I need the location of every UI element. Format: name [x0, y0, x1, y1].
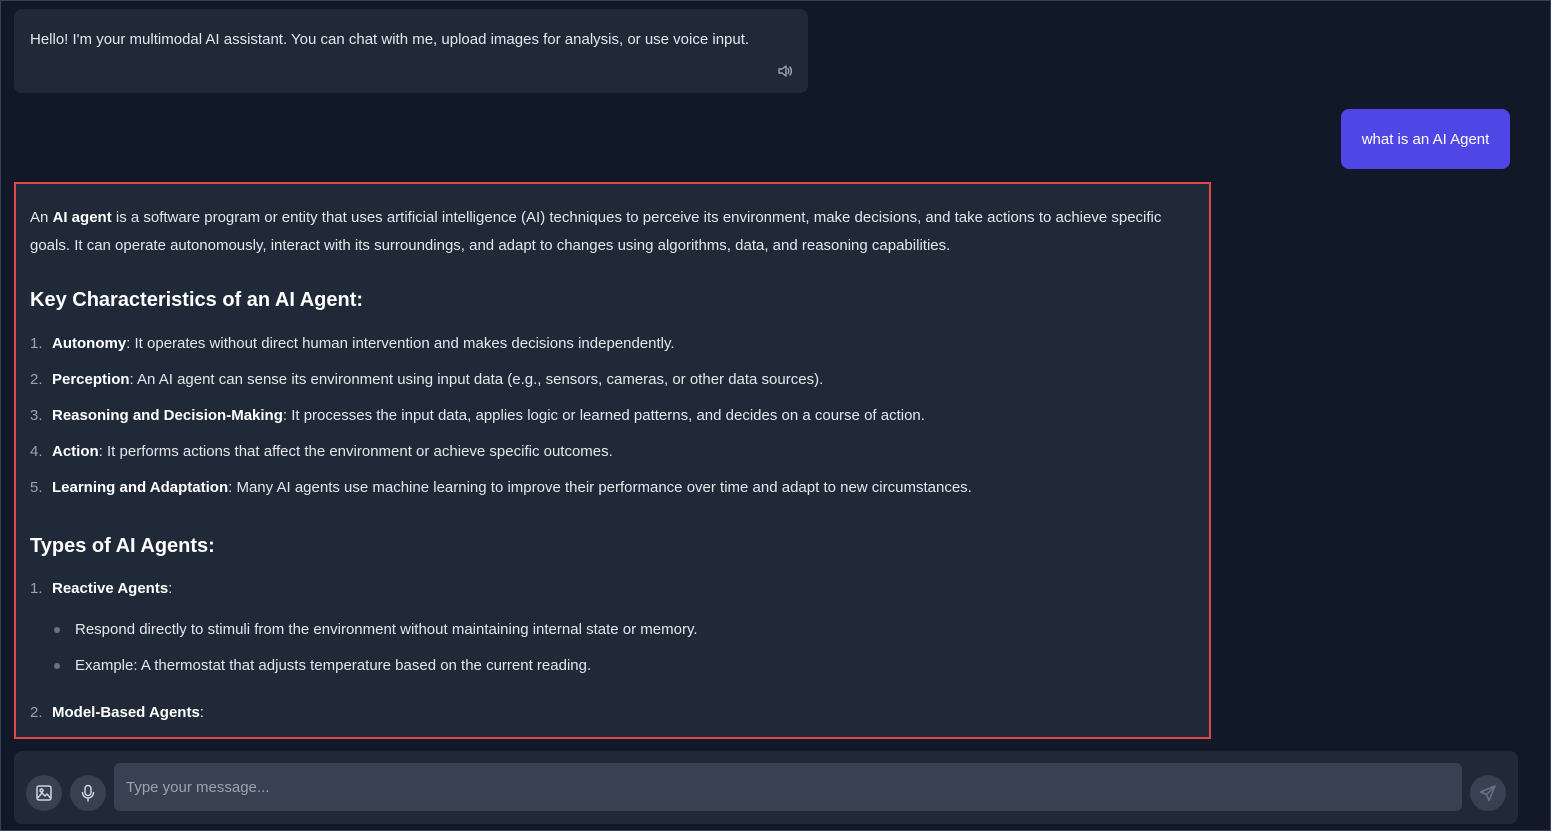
heading-key-characteristics: Key Characteristics of an AI Agent:: [30, 289, 364, 311]
user-message-bubble: what is an AI Agent: [1341, 109, 1510, 169]
characteristics-list: 1. Autonomy: It operates without direct h…: [30, 326, 1195, 506]
list-number: 2.: [30, 704, 43, 721]
list-term: Reasoning and Decision-Making: [52, 407, 283, 424]
image-upload-icon[interactable]: [26, 775, 62, 811]
message-input-bar: [14, 751, 1518, 824]
list-term: Action: [52, 443, 99, 460]
assistant-answer-bubble: An AI agent is a software program or ent…: [14, 182, 1211, 739]
list-suffix: :: [199, 704, 204, 721]
bullet-dot: [54, 627, 60, 633]
list-number: 3.: [30, 407, 43, 424]
message-input[interactable]: [114, 763, 1462, 811]
list-item: 1. Autonomy: It operates without direct h…: [30, 326, 1195, 362]
greeting-text: Hello! I'm your multimodal AI assistant.…: [30, 31, 750, 48]
list-item: 1. Reactive Agents: Respond directly to s…: [30, 574, 1195, 684]
list-desc: : Many AI agents use machine learning to…: [228, 479, 972, 496]
list-term: Learning and Adaptation: [52, 479, 229, 496]
list-desc: : An AI agent can sense its environment …: [129, 371, 824, 388]
intro-rest: is a software program or entity that use…: [30, 209, 1162, 254]
list-item: 5. Learning and Adaptation: Many AI agent…: [30, 470, 1195, 506]
bullet-text: Example: A thermostat that adjusts tempe…: [75, 657, 592, 674]
list-desc: : It performs actions that affect the en…: [98, 443, 613, 460]
intro-prefix: An: [30, 209, 53, 226]
list-item: 2. Perception: An AI agent can sense its …: [30, 362, 1195, 398]
list-desc: : It processes the input data, applies l…: [282, 407, 925, 424]
answer-intro: An AI agent is a software program or ent…: [30, 204, 1195, 260]
assistant-greeting-bubble: Hello! I'm your multimodal AI assistant.…: [14, 9, 808, 93]
bullet-dot: [54, 663, 60, 669]
list-item: 3. Reasoning and Decision-Making: It proc…: [30, 398, 1195, 434]
list-suffix: :: [168, 580, 173, 597]
list-number: 4.: [30, 443, 43, 460]
heading-types: Types of AI Agents:: [30, 535, 215, 557]
list-term: Reactive Agents: [52, 580, 169, 597]
sub-list: Respond directly to stimuli from the env…: [52, 612, 1195, 684]
microphone-icon[interactable]: [70, 775, 106, 811]
bullet-item: Example: A thermostat that adjusts tempe…: [52, 648, 1195, 684]
list-term: Perception: [52, 371, 130, 388]
user-message-text: what is an AI Agent: [1361, 130, 1490, 148]
list-item: 2. Model-Based Agents:: [30, 698, 1195, 728]
list-number: 1.: [30, 335, 43, 352]
speaker-icon[interactable]: [776, 63, 794, 79]
list-term: Model-Based Agents: [52, 704, 200, 721]
list-term: Autonomy: [52, 335, 127, 352]
list-number: 5.: [30, 479, 43, 496]
send-icon[interactable]: [1470, 775, 1506, 811]
bullet-text: Respond directly to stimuli from the env…: [75, 621, 698, 638]
list-number: 1.: [30, 580, 43, 597]
list-desc: : It operates without direct human inter…: [126, 335, 675, 352]
list-item: 4. Action: It performs actions that affec…: [30, 434, 1195, 470]
list-number: 2.: [30, 371, 43, 388]
bullet-item: Respond directly to stimuli from the env…: [52, 612, 1195, 648]
intro-bold-term: AI agent: [52, 209, 112, 226]
types-list: 1. Reactive Agents: Respond directly to s…: [30, 574, 1195, 728]
